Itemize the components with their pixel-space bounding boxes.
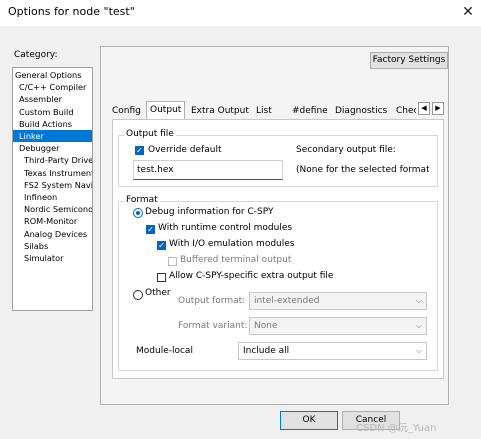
debug-info-label: Debug information for C-SPY xyxy=(145,207,274,217)
io-emulation-label: With I/O emulation modules xyxy=(169,239,295,249)
chevron-down-icon: ⌵ xyxy=(415,296,422,305)
output-format-select[interactable]: intel-extended ⌵ xyxy=(249,292,427,310)
format-variant-label: Format variant: xyxy=(178,321,248,331)
runtime-control-label: With runtime control modules xyxy=(158,223,293,233)
watermark: CSDN @沅_Yuan xyxy=(356,423,437,434)
factory-settings-button[interactable]: Factory Settings xyxy=(370,52,448,69)
format-variant-value: None xyxy=(254,321,278,331)
category-item[interactable]: Build Actions xyxy=(13,118,92,130)
category-item[interactable]: Custom Build xyxy=(13,106,92,118)
category-item[interactable]: Assembler xyxy=(13,93,92,105)
buffered-terminal-checkbox[interactable] xyxy=(168,257,177,266)
io-emulation-checkbox[interactable]: ✓ xyxy=(157,241,166,250)
category-item[interactable]: Linker xyxy=(13,130,92,142)
category-item[interactable]: Third-Party Driver xyxy=(13,154,92,166)
other-format-label: Other xyxy=(145,288,171,298)
secondary-output-value: (None for the selected format) xyxy=(296,165,429,175)
tab-scroll-left-icon[interactable]: ◀ xyxy=(418,102,430,115)
output-file-group-label: Output file xyxy=(124,129,176,139)
category-item[interactable]: Texas Instruments xyxy=(13,167,92,179)
module-local-label: Module-local xyxy=(136,346,193,356)
runtime-control-checkbox[interactable]: ✓ xyxy=(146,225,155,234)
chevron-down-icon: ⌵ xyxy=(415,321,422,330)
secondary-output-label: Secondary output file: xyxy=(296,145,396,155)
category-item[interactable]: FS2 System Naviga xyxy=(13,179,92,191)
category-item[interactable]: Debugger xyxy=(13,142,92,154)
category-item[interactable]: ROM-Monitor xyxy=(13,215,92,227)
module-local-value: Include all xyxy=(243,346,290,356)
category-item[interactable]: Silabs xyxy=(13,240,92,252)
tab-checksum[interactable]: Chec xyxy=(396,103,416,119)
format-group-label: Format xyxy=(124,195,160,205)
allow-extra-output-checkbox[interactable] xyxy=(157,273,166,282)
category-item[interactable]: Infineon xyxy=(13,191,92,203)
allow-extra-output-label: Allow C-SPY-specific extra output file xyxy=(169,271,334,281)
tab-list[interactable]: List xyxy=(256,103,272,119)
category-item[interactable]: C/C++ Compiler xyxy=(13,81,92,93)
tab-diagnostics[interactable]: Diagnostics xyxy=(335,103,387,119)
override-default-checkbox[interactable]: ✓ xyxy=(135,146,144,155)
category-item[interactable]: Nordic Semiconduc xyxy=(13,203,92,215)
category-label: Category: xyxy=(14,50,58,60)
tab-output[interactable]: Output xyxy=(146,101,186,120)
output-format-label: Output format: xyxy=(178,296,246,306)
override-default-label: Override default xyxy=(148,145,222,155)
tab-extra-output[interactable]: Extra Output xyxy=(191,103,249,119)
format-variant-select[interactable]: None ⌵ xyxy=(249,317,427,335)
buffered-terminal-label: Buffered terminal output xyxy=(180,255,292,265)
debug-info-radio[interactable] xyxy=(133,208,143,218)
other-format-radio[interactable] xyxy=(133,290,143,300)
close-icon[interactable]: ✕ xyxy=(458,2,478,22)
output-format-value: intel-extended xyxy=(254,296,320,306)
tab-scroll-right-icon[interactable]: ▶ xyxy=(432,102,444,115)
tab-define[interactable]: #define xyxy=(292,103,328,119)
category-item[interactable]: General Options xyxy=(13,69,92,81)
window-title: Options for node "test" xyxy=(8,5,135,18)
ok-button[interactable]: OK xyxy=(280,411,338,430)
category-item[interactable]: Simulator xyxy=(13,252,92,264)
category-item[interactable]: Analog Devices xyxy=(13,228,92,240)
output-filename-input[interactable]: test.hex xyxy=(133,160,283,180)
module-local-select[interactable]: Include all ⌵ xyxy=(238,342,427,360)
chevron-down-icon: ⌵ xyxy=(415,346,422,355)
tab-config[interactable]: Config xyxy=(112,103,141,119)
title-bar: Options for node "test" ✕ xyxy=(0,0,481,26)
category-list[interactable]: General Options C/C++ Compiler Assembler Cu… xyxy=(12,67,93,311)
